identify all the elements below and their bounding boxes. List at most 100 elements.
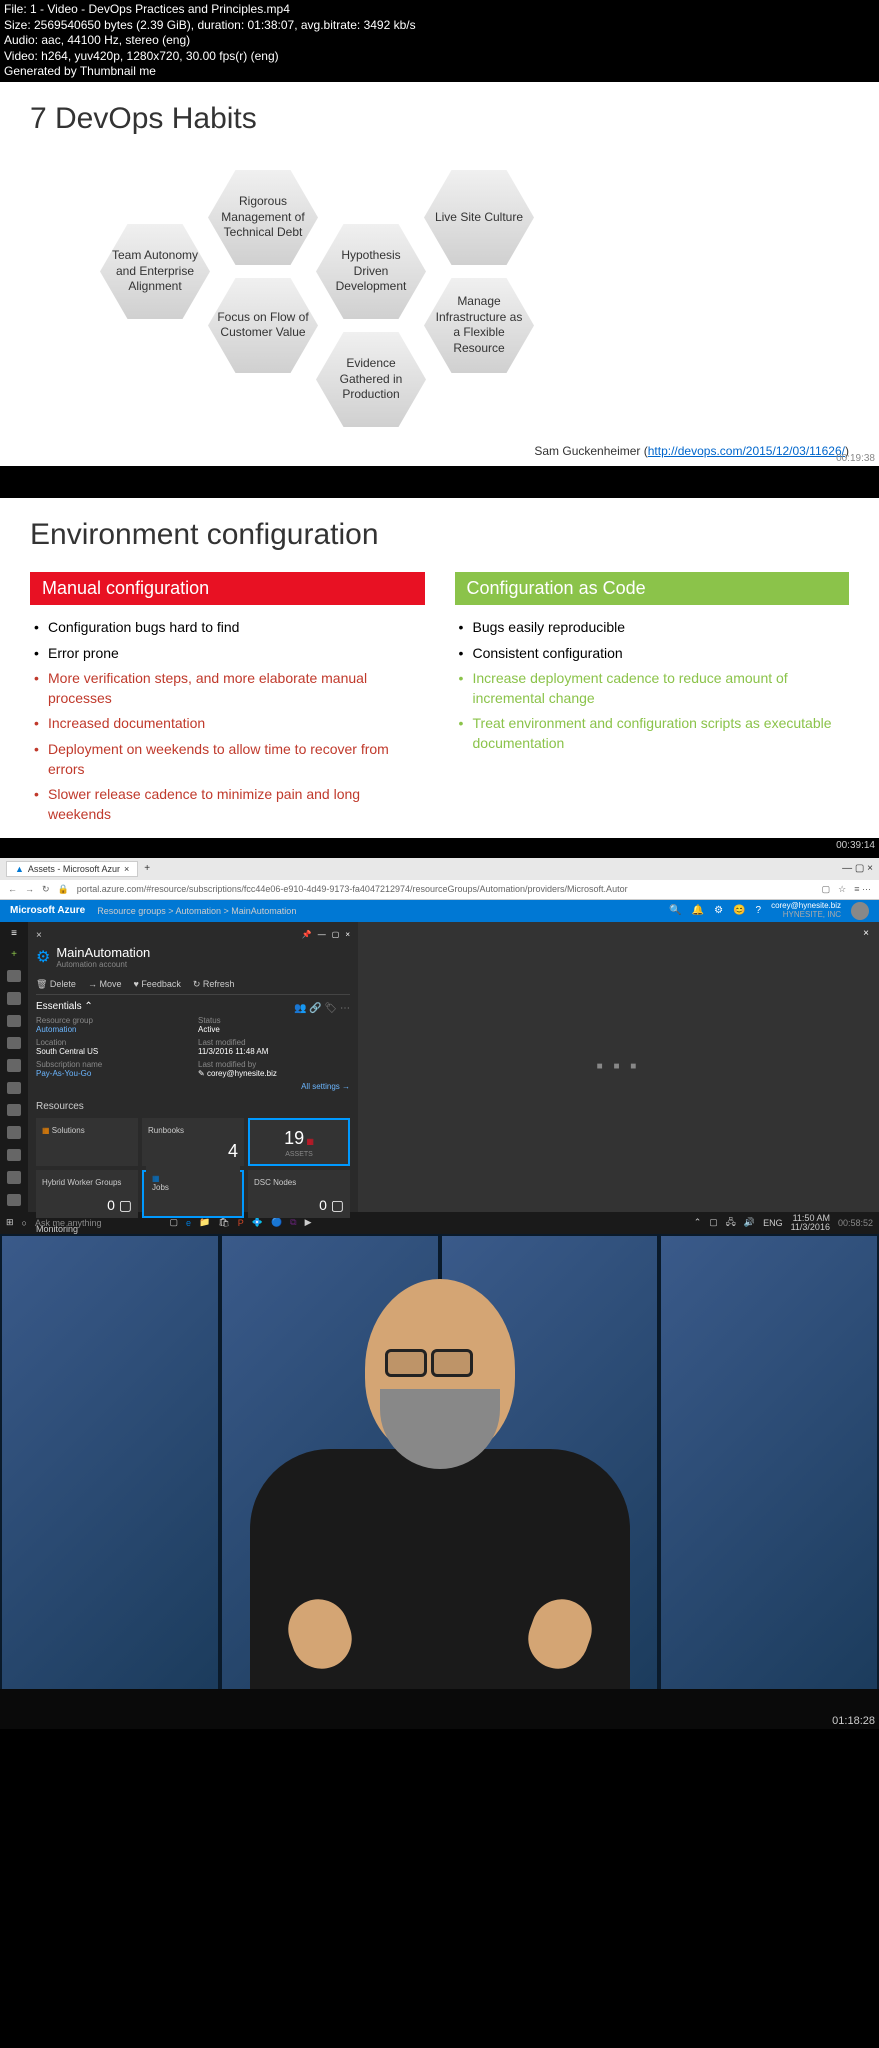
close-icon[interactable]: × [863,928,869,939]
tray-chevron-icon[interactable]: ⌃ [694,1217,702,1228]
tile-solutions[interactable]: ▦ Solutions [36,1118,138,1166]
rail-icon[interactable] [7,1104,21,1116]
feedback-button[interactable]: ♥ Feedback [133,979,180,990]
meta-video: Video: h264, yuv420p, 1280x720, 30.00 fp… [4,49,875,65]
attribution-link[interactable]: http://devops.com/2015/12/03/11626/ [648,444,845,458]
hex-infrastructure: Manage Infrastructure as a Flexible Reso… [424,278,534,373]
browser-tab[interactable]: ▲ Assets - Microsoft Azur × [6,861,138,877]
timestamp-slide2: 00:39:14 [836,840,875,851]
delete-button[interactable]: 🗑 Delete [36,979,76,990]
timestamp-azure: 00:58:52 [838,1218,873,1228]
rail-icon[interactable] [7,1015,21,1027]
powerpoint-icon[interactable]: P [238,1218,244,1228]
video-metadata: File: 1 - Video - DevOps Practices and P… [0,0,879,82]
star-icon[interactable]: ☆ [838,884,846,895]
rail-icon[interactable] [7,1171,21,1183]
tile-assets[interactable]: 19 ▦ ASSETS [248,1118,350,1166]
notifications-icon[interactable]: 🔔 [692,905,704,916]
rail-icon[interactable] [7,1082,21,1094]
clock-date: 11/3/2016 [791,1223,830,1232]
list-item: Consistent configuration [455,641,850,667]
slide2-title: Environment configuration [30,518,849,552]
tray-icon[interactable]: ▢ [709,1217,718,1228]
presenter-video-frame: 01:18:28 [0,1234,879,1729]
explorer-icon[interactable]: 📁 [199,1217,210,1228]
feedback-icon[interactable]: ? [756,905,762,916]
attribution: Sam Guckenheimer (http://devops.com/2015… [534,444,849,458]
tile-jobs[interactable]: ▦ Jobs [146,1166,240,1214]
resource-group-link[interactable]: Automation [36,1025,188,1034]
close-panel-icon[interactable]: × [36,930,42,941]
address-bar[interactable]: ← → ↻ 🔒 portal.azure.com/#resource/subsc… [0,880,879,900]
jobs-icon: ▦ [152,1174,160,1183]
language-indicator[interactable]: ENG [763,1218,783,1228]
search-icon[interactable]: 🔍 [669,905,681,916]
list-item: Error prone [30,641,425,667]
back-icon[interactable]: ← [8,884,17,894]
automation-icon: ⚙ [36,947,50,967]
app-icon[interactable]: ▶ [305,1217,312,1228]
breadcrumb[interactable]: Resource groups > Automation > MainAutom… [97,906,296,916]
tile-runbooks[interactable]: Runbooks 4 [142,1118,244,1166]
hex-technical-debt: Rigorous Management of Technical Debt [208,170,318,265]
move-button[interactable]: → Move [88,979,122,990]
azure-brand[interactable]: Microsoft Azure [10,905,85,916]
close-tab-icon[interactable]: × [124,864,129,874]
pin-icon[interactable]: 📌 [302,930,312,941]
close-icon[interactable]: × [345,930,350,941]
refresh-icon[interactable]: ↻ [42,884,50,895]
rail-icon[interactable] [7,992,21,1004]
network-icon[interactable]: 🖧 [726,1215,736,1231]
app-icon[interactable]: 💠 [252,1217,263,1228]
add-icon[interactable]: + [11,949,17,960]
tile-hybrid[interactable]: Hybrid Worker Groups 0 ▢ [36,1170,138,1218]
tile-dsc-nodes[interactable]: DSC Nodes 0 ▢ [248,1170,350,1218]
task-view-icon[interactable]: ▢ [170,1217,179,1228]
assets-icon: ▦ [306,1137,314,1146]
divider [0,466,879,498]
account-company: HYNESITE, INC [771,911,841,920]
slide-environment-config: Environment configuration Manual configu… [0,498,879,838]
hexagon-diagram: Team Autonomy and Enterprise Alignment R… [100,146,700,426]
meta-generated: Generated by Thumbnail me [4,64,875,80]
essentials-toggle[interactable]: Essentials ⌃ [36,1001,93,1012]
rail-icon[interactable] [7,1059,21,1071]
start-icon[interactable]: ⊞ [6,1217,14,1228]
gear-icon[interactable]: ⚙ [714,905,723,916]
rail-icon[interactable] [7,970,21,982]
column-manual: Manual configuration Configuration bugs … [30,572,425,827]
rail-icon[interactable] [7,1126,21,1138]
help-icon[interactable]: 😊 [733,905,745,916]
maximize-icon[interactable]: ▢ [332,930,340,941]
panel-toolbar: 🗑 Delete → Move ♥ Feedback ↻ Refresh [36,975,350,995]
refresh-button[interactable]: ↻ Refresh [193,979,235,990]
avatar[interactable] [851,902,869,920]
minimize-icon[interactable]: — [318,930,326,941]
rail-icon[interactable] [7,1149,21,1161]
subscription-link[interactable]: Pay-As-You-Go [36,1069,188,1078]
menu-icon[interactable]: ≡ [11,928,17,939]
timestamp-slide1: 00:19:38 [836,453,875,464]
manual-list: Configuration bugs hard to findError pro… [30,615,425,827]
loading-indicator: ■ ■ ■ [597,1061,641,1072]
forward-icon[interactable]: → [25,884,34,894]
volume-icon[interactable]: 🔊 [744,1217,755,1228]
store-icon[interactable]: 🛍 [218,1217,229,1228]
app-icon[interactable]: 🔵 [271,1217,282,1228]
rail-icon[interactable] [7,1037,21,1049]
divider: 00:39:14 [0,838,879,858]
vs-icon[interactable]: ⧉ [290,1217,296,1228]
rail-icon[interactable] [7,1194,21,1206]
presenter-figure [230,1269,650,1729]
reading-icon[interactable]: ▢ [822,884,831,895]
edge-icon[interactable]: e [186,1218,191,1228]
slide1-title: 7 DevOps Habits [30,102,849,136]
search-placeholder[interactable]: Ask me anything [35,1218,102,1228]
new-tab-button[interactable]: + [144,863,150,874]
hex-live-site: Live Site Culture [424,170,534,265]
all-settings-link[interactable]: All settings → [36,1078,350,1095]
cortana-icon[interactable]: ○ [22,1218,27,1228]
left-rail: ≡ + [0,922,28,1212]
column-as-code: Configuration as Code Bugs easily reprod… [455,572,850,827]
timestamp-presenter: 01:18:28 [832,1715,875,1727]
